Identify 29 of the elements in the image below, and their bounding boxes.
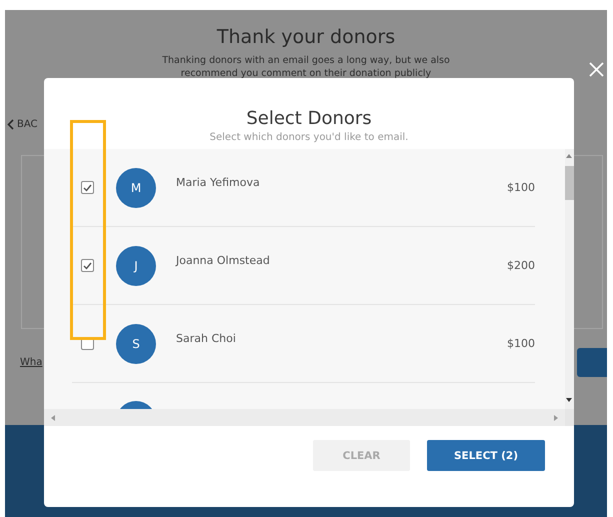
chevron-left-icon [7,119,14,130]
donation-amount: $200 [507,259,535,272]
scroll-down-icon[interactable] [566,397,572,403]
scrollbar-thumb[interactable] [565,166,574,200]
donation-amount: $100 [507,181,535,194]
horizontal-scrollbar[interactable] [44,409,565,426]
scroll-left-icon[interactable] [50,414,56,420]
dialog-subtitle: Select which donors you'd like to email. [208,132,410,143]
page-title: Thank your donors [216,25,396,48]
checkbox[interactable] [81,181,94,194]
donation-amount: $100 [507,337,535,350]
page-description: Thanking donors with an email goes a long way, but we also [161,54,451,67]
page-description: recommend you comment on their donation publicly [180,67,432,80]
scroll-up-icon[interactable] [566,153,572,159]
scrollbar-corner [565,409,574,426]
checkbox[interactable] [81,259,94,272]
avatar: J [116,246,156,286]
avatar: S [116,324,156,364]
donor-name: Joanna Olmstead [176,254,271,267]
vertical-scrollbar[interactable] [565,149,574,409]
close-icon[interactable] [589,62,604,77]
donor-name: Sarah Choi [176,332,237,345]
select-button[interactable]: SELECT (2) [427,440,545,471]
scroll-right-icon[interactable] [553,414,559,420]
dialog-title: Select Donors [245,108,373,129]
back-link[interactable]: BAC [17,119,38,130]
help-link[interactable]: Wha [20,357,42,368]
avatar: M [116,168,156,208]
donor-name: Maria Yefimova [176,176,261,189]
